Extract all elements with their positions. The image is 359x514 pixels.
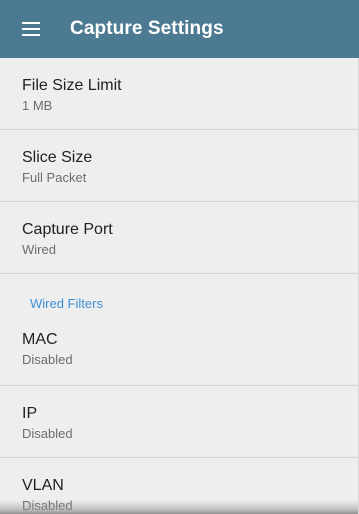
setting-title: IP	[22, 405, 38, 422]
setting-value: Disabled	[22, 498, 73, 513]
setting-value: 1 MB	[22, 98, 53, 113]
menu-icon	[22, 22, 40, 36]
setting-capture-port[interactable]: Capture Port Wired	[0, 202, 358, 274]
setting-ip-filter[interactable]: IP Disabled	[0, 386, 358, 458]
setting-value: Full Packet	[22, 170, 87, 185]
wired-filters-header: Wired Filters	[30, 296, 103, 311]
setting-vlan-filter[interactable]: VLAN Disabled	[0, 458, 358, 514]
setting-title: Capture Port	[22, 221, 113, 238]
app-bar: Capture Settings	[0, 0, 359, 58]
setting-value: Disabled	[22, 426, 73, 441]
setting-mac-filter[interactable]: MAC Disabled	[0, 314, 358, 386]
settings-list: File Size Limit 1 MB Slice Size Full Pac…	[0, 58, 359, 514]
setting-title: Slice Size	[22, 149, 93, 166]
setting-value: Disabled	[22, 352, 73, 367]
menu-button[interactable]	[6, 0, 58, 58]
page-title: Capture Settings	[70, 18, 224, 39]
setting-file-size-limit[interactable]: File Size Limit 1 MB	[0, 58, 358, 130]
setting-value: Wired	[22, 242, 56, 257]
setting-title: VLAN	[22, 477, 64, 494]
setting-title: File Size Limit	[22, 77, 122, 94]
setting-slice-size[interactable]: Slice Size Full Packet	[0, 130, 358, 202]
setting-title: MAC	[22, 331, 58, 348]
